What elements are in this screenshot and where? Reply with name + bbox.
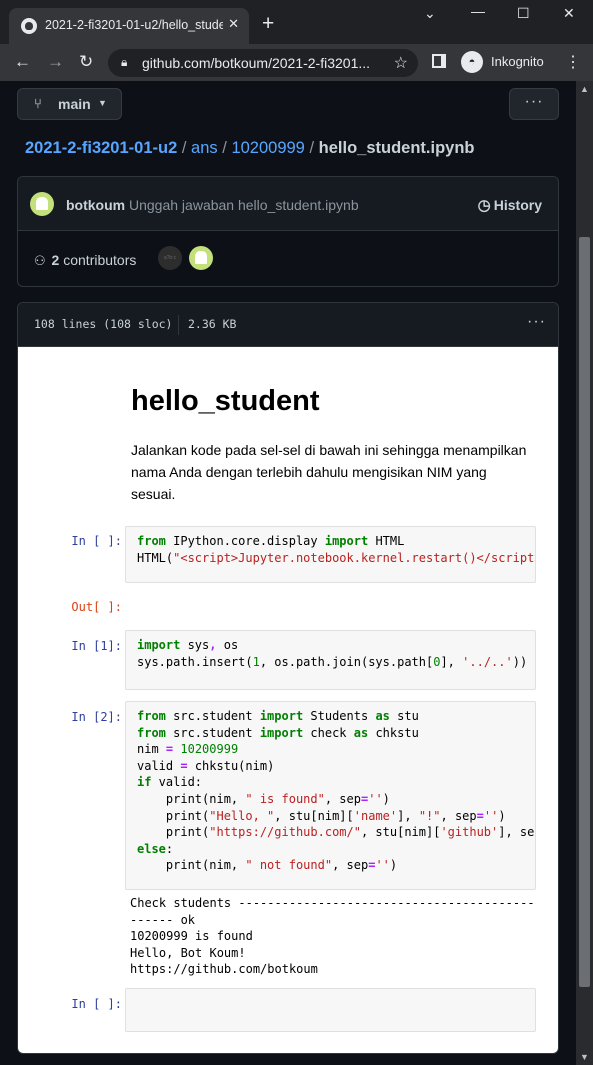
code-cell: import sys, os sys.path.insert(1, os.pat… xyxy=(125,630,536,690)
tab-close-icon[interactable]: ✕ xyxy=(228,16,239,32)
history-icon: ◷ xyxy=(477,197,491,214)
scrollbar-thumb[interactable] xyxy=(579,237,590,987)
browser-tabbar: 2021-2-fi3201-01-u2/hello_stude ✕ + ⌄ — … xyxy=(0,0,593,44)
browser-tab[interactable]: 2021-2-fi3201-01-u2/hello_stude ✕ xyxy=(9,8,249,44)
file-actions-button[interactable]: ··· xyxy=(509,88,559,120)
people-icon: ⚇ xyxy=(34,253,46,268)
file-more-options-icon[interactable]: ··· xyxy=(527,313,546,331)
side-panel-icon[interactable] xyxy=(432,54,446,68)
contributors-link[interactable]: ⚇ 2 contributors xyxy=(34,252,136,269)
git-branch-icon: ⑂ xyxy=(34,96,42,111)
new-tab-button[interactable]: + xyxy=(262,13,274,34)
code-cell: from src.student import Students as stu … xyxy=(125,701,536,890)
notebook-intro: Jalankan kode pada sel-sel di bawah ini … xyxy=(131,442,527,502)
commit-author-link[interactable]: botkoum xyxy=(66,197,125,213)
tab-search-icon[interactable]: ⌄ xyxy=(424,5,436,22)
file-size: 2.36 KB xyxy=(188,317,237,331)
branch-name: main xyxy=(58,96,91,112)
breadcrumb-separator: / xyxy=(309,139,315,157)
scroll-down-icon[interactable]: ▼ xyxy=(580,1052,589,1062)
branch-select-button[interactable]: ⑂ main ▼ xyxy=(17,88,122,120)
output-line: ------ ok xyxy=(130,912,196,927)
contributors-count: 2 xyxy=(51,252,60,268)
contributor-avatar[interactable]: a?b:c xyxy=(158,246,182,270)
cell-prompt: In [2]: xyxy=(71,710,122,724)
contributor-avatar[interactable] xyxy=(189,246,213,270)
output-line: 10200999 is found xyxy=(130,929,253,944)
page-scrollbar[interactable]: ▲ ▼ xyxy=(576,81,593,1065)
file-viewer: 108 lines (108 sloc) 2.36 KB ··· hello_s… xyxy=(17,302,559,1054)
output-line: Hello, Bot Koum! xyxy=(130,945,246,960)
cell-prompt: In [1]: xyxy=(71,639,122,653)
code-cell-empty xyxy=(125,988,536,1032)
lock-icon[interactable]: 🔒︎ xyxy=(121,55,127,70)
page-viewport: ⑂ main ▼ ··· 2021-2-fi3201-01-u2 / ans /… xyxy=(0,81,576,1065)
scroll-up-icon[interactable]: ▲ xyxy=(580,84,589,94)
minimize-button[interactable]: — xyxy=(471,3,485,19)
kebab-menu-icon[interactable]: ⋮ xyxy=(565,52,581,72)
close-window-button[interactable]: ✕ xyxy=(563,5,575,22)
breadcrumb-file: hello_student.ipynb xyxy=(318,139,475,157)
forward-arrow-icon[interactable]: → xyxy=(47,52,64,72)
cell-prompt: In [ ]: xyxy=(71,997,122,1011)
breadcrumb: 2021-2-fi3201-01-u2 / ans / 10200999 / h… xyxy=(25,139,474,158)
output-line: Check students -------------------------… xyxy=(130,896,535,910)
cell-output: Check students -------------------------… xyxy=(130,895,535,978)
commit-header: botkoum Unggah jawaban hello_student.ipy… xyxy=(18,177,558,231)
incognito-profile-button[interactable]: ◓ Inkognito xyxy=(458,49,550,75)
divider xyxy=(178,315,179,335)
github-favicon-icon xyxy=(21,18,37,34)
latest-commit-box: botkoum Unggah jawaban hello_student.ipy… xyxy=(17,176,559,287)
back-arrow-icon[interactable]: ← xyxy=(14,52,31,72)
star-icon[interactable]: ☆ xyxy=(394,53,408,73)
reload-icon[interactable]: ↻ xyxy=(79,52,93,72)
url-text[interactable]: github.com/botkoum/2021-2-fi3201... xyxy=(142,55,382,71)
address-toolbar: ← → ↻ 🔒︎ github.com/botkoum/2021-2-fi320… xyxy=(0,44,593,81)
url-bar[interactable]: 🔒︎ github.com/botkoum/2021-2-fi3201... ☆ xyxy=(108,49,418,77)
file-header: 108 lines (108 sloc) 2.36 KB ··· xyxy=(18,303,558,347)
history-link[interactable]: ◷ History xyxy=(478,196,542,214)
code-cell-source: import sys, os sys.path.insert(1, os.pat… xyxy=(137,638,528,669)
contributors-label: contributors xyxy=(63,252,137,268)
breadcrumb-folder-ans[interactable]: ans xyxy=(191,139,218,157)
code-cell: from IPython.core.display import HTML HT… xyxy=(125,526,536,583)
breadcrumb-folder-nim[interactable]: 10200999 xyxy=(231,139,304,157)
cell-prompt: In [ ]: xyxy=(71,534,122,548)
commit-message-link[interactable]: Unggah jawaban hello_student.ipynb xyxy=(129,197,359,213)
notebook-render: hello_student Jalankan kode pada sel-sel… xyxy=(18,347,558,1053)
output-line: https://github.com/botkoum xyxy=(130,962,318,977)
caret-down-icon: ▼ xyxy=(98,98,107,108)
maximize-button[interactable]: ☐ xyxy=(517,5,530,22)
cell-output-prompt: Out[ ]: xyxy=(71,600,122,614)
file-line-count: 108 lines (108 sloc) xyxy=(34,317,173,331)
code-cell-source: from src.student import Students as stu … xyxy=(137,709,535,873)
incognito-icon: ◓ xyxy=(461,51,483,73)
incognito-label: Inkognito xyxy=(491,54,544,69)
notebook-title: hello_student xyxy=(131,385,320,417)
breadcrumb-repo-link[interactable]: 2021-2-fi3201-01-u2 xyxy=(25,139,177,157)
author-avatar[interactable] xyxy=(30,192,54,216)
code-cell-source: from IPython.core.display import HTML HT… xyxy=(137,534,536,565)
breadcrumb-separator: / xyxy=(181,139,187,157)
tab-title: 2021-2-fi3201-01-u2/hello_stude xyxy=(45,18,223,32)
